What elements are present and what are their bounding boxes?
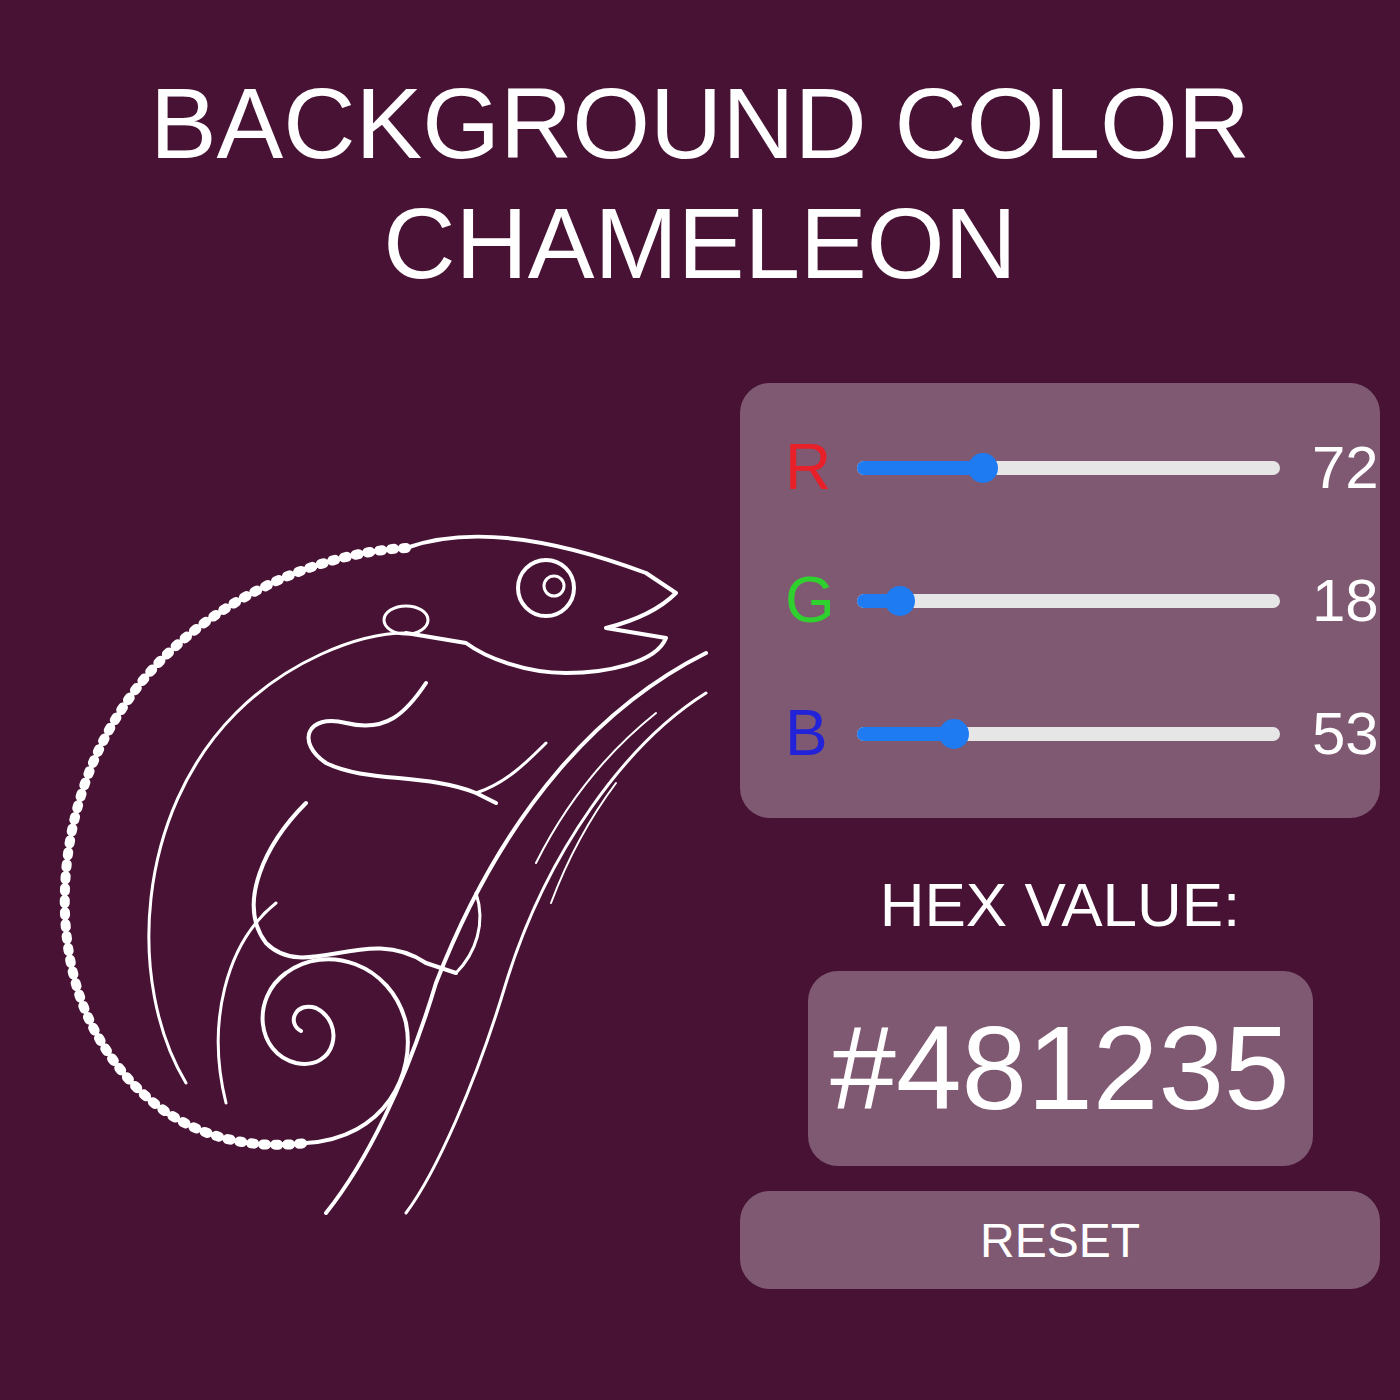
slider-thumb[interactable] bbox=[939, 719, 969, 749]
slider-fill bbox=[857, 461, 983, 475]
hex-label: HEX VALUE: bbox=[880, 868, 1241, 942]
slider-thumb[interactable] bbox=[968, 453, 998, 483]
slider-track[interactable] bbox=[857, 594, 1280, 608]
chameleon-icon bbox=[6, 383, 726, 1223]
slider-row: G 18 bbox=[785, 534, 1360, 667]
slider-value: 53 bbox=[1312, 701, 1360, 767]
slider-label: B bbox=[785, 698, 857, 768]
page: BACKGROUND COLORCHAMELEON R 72 G 18 B 53 HEX VA… bbox=[0, 0, 1400, 1400]
slider-value: 18 bbox=[1312, 568, 1360, 634]
content-row: R 72 G 18 B 53 HEX VALUE: #481235 RESET bbox=[0, 383, 1400, 1289]
slider-label: R bbox=[785, 432, 857, 502]
title-line: BACKGROUND COLOR bbox=[150, 63, 1250, 183]
slider-row: B 53 bbox=[785, 667, 1360, 800]
slider-panel: R 72 G 18 B 53 bbox=[740, 383, 1380, 818]
reset-button[interactable]: RESET bbox=[740, 1191, 1380, 1289]
slider-thumb[interactable] bbox=[885, 586, 915, 616]
slider-label: G bbox=[785, 565, 857, 635]
title-line: CHAMELEON bbox=[150, 183, 1250, 303]
hex-value: #481235 bbox=[830, 1004, 1289, 1134]
slider-value: 72 bbox=[1312, 435, 1360, 501]
hex-value-box: #481235 bbox=[808, 971, 1313, 1166]
slider-track[interactable] bbox=[857, 727, 1280, 741]
slider-row: R 72 bbox=[785, 401, 1360, 534]
controls-column: R 72 G 18 B 53 HEX VALUE: #481235 RESET bbox=[740, 383, 1380, 1289]
page-title: BACKGROUND COLORCHAMELEON bbox=[150, 0, 1250, 303]
slider-track[interactable] bbox=[857, 461, 1280, 475]
chameleon-area bbox=[0, 383, 740, 1223]
